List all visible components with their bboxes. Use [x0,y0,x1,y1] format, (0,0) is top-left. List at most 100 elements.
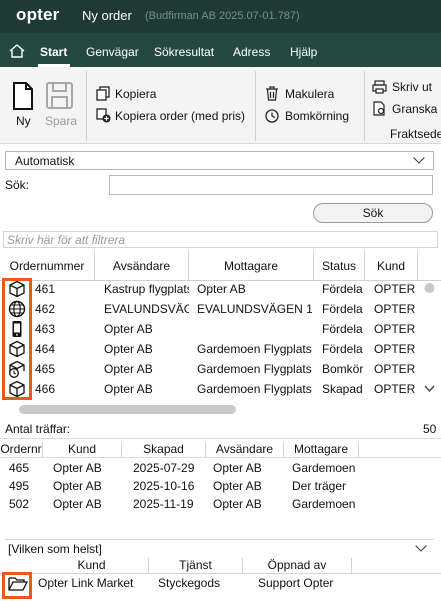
history-row[interactable]: 465 Opter AB 2025-07-29 Opter AB Gardemo… [0,459,441,477]
filter-input[interactable]: Skriv här för att filtrera [3,231,438,248]
hit-count-value: 50 [423,422,437,436]
column-header-customer[interactable]: Kund [365,250,418,281]
template-opened-by: Support Opter [258,576,334,590]
search-button[interactable]: Sök [313,203,433,223]
save-button: Spara [45,114,78,128]
order-customer: OPTER [374,382,416,396]
order-row[interactable]: 466 Opter AB Gardemoen Flygplats Skapad … [0,379,420,399]
order-row[interactable]: 465 Opter AB Gardemoen Flygplats Bomkör … [0,359,420,379]
menu-search-results[interactable]: Sökresultat [154,45,214,59]
template-row[interactable]: Opter Link Market Styckegods Support Opt… [0,574,441,594]
order-status: Skapad [322,382,363,396]
history-recipient: Gardemoen [292,461,356,475]
menu-start[interactable]: Start [40,45,67,59]
bomb-run-button[interactable]: Bomkörning [285,109,349,123]
copy-order-with-price-button[interactable]: Kopiera order (med pris) [115,109,245,123]
ribbon-divider [86,71,87,141]
ribbon-divider [255,71,256,141]
column-header-status[interactable]: Status [314,250,365,281]
save-disk-icon [46,82,73,109]
order-row[interactable]: 461 Kastrup flygplats Opter AB Fördela O… [0,279,420,299]
order-recipient: Gardemoen Flygplats [197,362,312,376]
order-row[interactable]: 464 Opter AB Gardemoen Flygplats Fördela… [0,339,420,359]
orders-vertical-scrollbar[interactable] [421,280,438,399]
column-header-service[interactable]: Tjänst [149,558,243,573]
history-row[interactable]: 502 Opter AB 2025-11-19 Opter AB Gardemo… [0,495,441,513]
order-number: 464 [35,342,56,356]
order-sender: Kastrup flygplats [104,282,189,296]
menu-help[interactable]: Hjälp [290,45,317,59]
chevron-down-icon [415,540,427,552]
order-sender: Opter AB [104,322,153,336]
template-service: Styckegods [158,576,221,590]
folder-icon-highlight [2,572,32,599]
review-button[interactable]: Granska [392,102,437,116]
column-header-recipient[interactable]: Mottagare [189,250,314,281]
column-header-order-number[interactable]: Ordernr [0,442,43,457]
column-header-sender[interactable]: Avsändare [95,250,189,281]
column-header-recipient[interactable]: Mottagare [284,442,359,457]
history-row[interactable]: 495 Opter AB 2025-10-16 Opter AB Der trä… [0,477,441,495]
search-mode-select[interactable]: Automatisk [5,151,434,170]
cancel-order-button[interactable]: Makulera [285,87,334,101]
history-table: Ordernr Kund Skapad Avsändare Mottagare … [0,438,441,534]
order-icons-highlight [2,278,32,400]
template-filter-value: [Vilken som helst] [8,542,102,556]
home-icon[interactable] [8,42,26,60]
order-recipient: Gardemoen Flygplats [197,342,312,356]
ribbon-divider [364,71,365,141]
order-number: 461 [35,282,56,296]
order-number: 465 [35,362,56,376]
column-header-customer[interactable]: Kund [35,558,149,573]
copy-with-price-icon [96,108,111,123]
new-document-icon[interactable] [12,81,34,111]
order-status: Bomkör [322,362,364,376]
order-status: Fördela [322,322,363,336]
menu-address[interactable]: Adress [233,45,270,59]
order-recipient: Gardemoen Flygplats [197,382,312,396]
order-customer: OPTER [374,342,416,356]
menu-shortcuts[interactable]: Genvägar [86,45,139,59]
history-order-number: 495 [9,479,30,493]
order-row[interactable]: 463 Opter AB Fördela OPTER [0,319,420,339]
order-status: Fördela [322,282,363,296]
search-input[interactable] [109,175,433,195]
column-header-created[interactable]: Skapad [122,442,206,457]
history-customer: Opter AB [53,479,102,493]
column-header-order-number[interactable]: Ordernummer [0,250,95,281]
search-mode-value: Automatisk [15,154,75,168]
copy-icon [96,86,110,101]
freight-bill-group-label: Fraktsede [390,127,441,141]
orders-horizontal-scrollbar[interactable] [19,405,236,414]
print-button[interactable]: Skriv ut [392,80,432,94]
column-header-customer[interactable]: Kund [43,442,122,457]
order-recipient: Opter AB [197,282,246,296]
history-created: 2025-11-19 [133,497,194,511]
column-header-sender[interactable]: Avsändare [206,442,284,457]
preview-icon [373,101,385,116]
window-title: Ny order [82,8,132,23]
search-label: Sök: [5,178,30,192]
printer-icon [372,80,387,94]
order-recipient: EVALUNDSVÄGEN 14 [197,302,312,316]
app-logo: opter [16,5,60,24]
history-sender: Opter AB [213,479,262,493]
new-button[interactable]: Ny [16,114,31,128]
ribbon-toolbar: Ny Spara Kopiera Kopiera order (med pris… [0,67,441,144]
orders-table-header: Ordernummer Avsändare Mottagare Status K… [0,250,441,281]
order-customer: OPTER [374,322,416,336]
order-row[interactable]: 462 EVALUNDSVÄGEN EVALUNDSVÄGEN 14 Förde… [0,299,420,319]
history-sender: Opter AB [213,461,262,475]
order-sender: EVALUNDSVÄGEN [104,302,189,316]
history-customer: Opter AB [53,461,102,475]
template-filter-select[interactable]: [Vilken som helst] [5,539,434,557]
column-header-opened-by[interactable]: Öppnad av [243,558,352,573]
history-order-number: 502 [9,497,30,511]
template-customer: Opter Link Market [38,576,134,590]
order-status: Fördela [322,342,363,356]
order-sender: Opter AB [104,342,153,356]
history-table-header: Ordernr Kund Skapad Avsändare Mottagare [0,438,441,458]
copy-button[interactable]: Kopiera [115,87,156,101]
order-number: 463 [35,322,56,336]
order-customer: OPTER [374,362,416,376]
